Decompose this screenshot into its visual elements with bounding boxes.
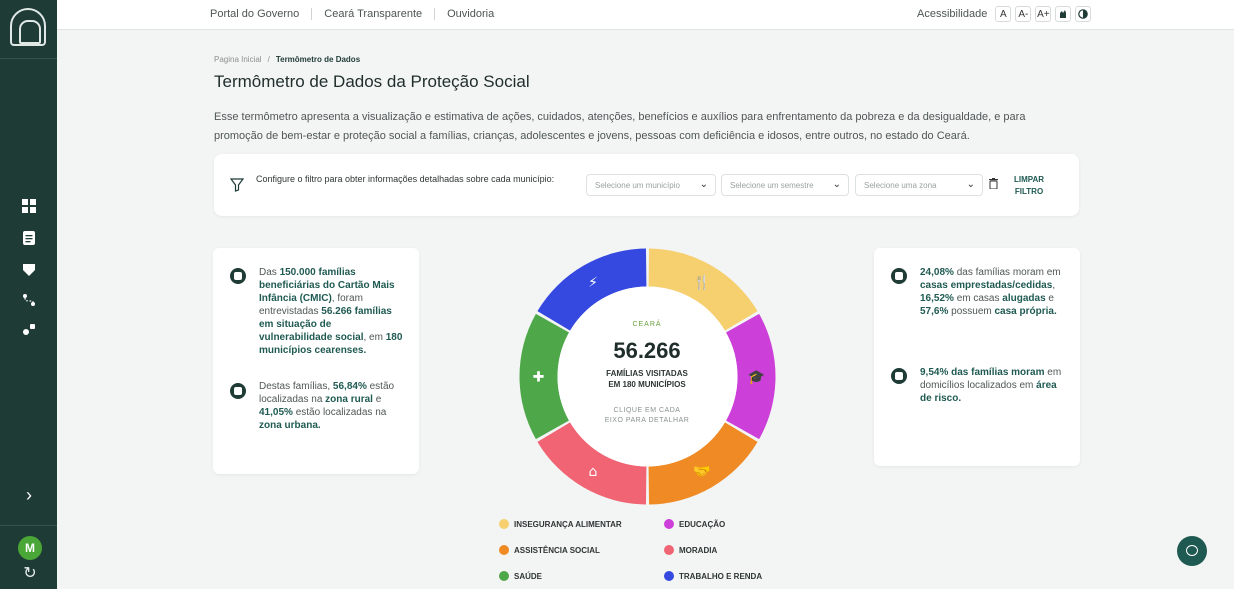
groups-icon[interactable] [21,322,37,338]
chat-button[interactable] [1177,536,1207,566]
zona-select[interactable]: Selecione uma zona ⌄ [855,174,983,196]
accessibility-label: Acessibilidade [917,8,988,20]
semestre-select[interactable]: Selecione um semestre ⌄ [721,174,849,196]
link-ouvidoria[interactable]: Ouvidoria [435,8,506,20]
municipio-placeholder: Selecione um município [595,181,680,190]
buildings-icon [230,383,246,399]
chevron-down-icon: ⌄ [832,179,841,190]
zones-summary: Destas famílias, 56,84% estão localizada… [259,381,395,431]
total-families: 56.266 [613,338,681,363]
font-increase-button[interactable]: A+ [1035,6,1052,22]
legend-trabalho-e-renda[interactable]: TRABALHO E RENDA [664,571,762,581]
legend-dot [499,571,509,581]
housing-summary: 24,08% das famílias moram em casas empre… [920,267,1061,317]
legend-dot [664,519,674,529]
breadcrumb-home[interactable]: Pagina Inicial [214,55,262,64]
legend-assistencia-social[interactable]: ASSISTÊNCIA SOCIAL [499,545,600,555]
families-visited-label: FAMÍLIAS VISITADAS EM 180 MUNICÍPIOS [606,369,688,389]
contrast-icon[interactable] [1075,6,1092,22]
filter-panel: Configure o filtro para obter informaçõe… [214,154,1079,216]
semestre-placeholder: Selecione um semestre [730,181,814,190]
sidebar-divider [0,58,57,59]
municipio-select[interactable]: Selecione um município ⌄ [586,174,716,196]
info-card-left: Das 150.000 famílias beneficiárias do Ca… [213,248,419,474]
accessibility-bar: Acessibilidade A A- A+ [917,6,1095,22]
trash-icon[interactable] [988,178,998,190]
chevron-down-icon: ⌄ [699,179,708,190]
legend-inseguranca-alimentar[interactable]: INSEGURANÇA ALIMENTAR [499,519,622,529]
dashboard-icon[interactable] [21,198,37,214]
house-icon [891,268,907,284]
route-icon[interactable] [21,292,37,308]
clear-filter-line2: FILTRO [1014,187,1044,196]
zona-placeholder: Selecione uma zona [864,181,937,190]
region-label: CEARÁ [632,321,662,328]
clear-filter-button[interactable]: LIMPAR FILTRO [1014,174,1044,198]
family-icon [230,268,246,284]
handshake-icon: 🤝 [693,464,710,480]
families-summary: Das 150.000 famílias beneficiárias do Ca… [259,267,403,356]
logo-icon[interactable] [10,8,46,46]
sign-language-icon[interactable] [1055,6,1072,22]
tag-icon[interactable] [21,262,37,278]
risk-summary: 9,54% das famílias moram em domicílios l… [920,367,1062,404]
info-card-right: 24,08% das famílias moram em casas empre… [874,248,1080,466]
link-ceara-transparente[interactable]: Ceará Transparente [312,8,436,20]
legend-dot [499,545,509,555]
logout-icon[interactable]: ↻ [21,565,39,583]
page-description: Esse termômetro apresenta a visualização… [214,111,1026,142]
avatar[interactable]: M [18,536,42,560]
legend-moradia[interactable]: MORADIA [664,545,717,555]
click-hint: CLIQUE EM CADA EIXO PARA DETALHAR [604,407,690,424]
breadcrumb: Pagina Inicial / Termômetro de Dados [214,55,360,64]
page-title: Termômetro de Dados da Proteção Social [214,72,530,91]
legend-educacao[interactable]: EDUCAÇÃO [664,519,725,529]
donut-center-text: CEARÁ 56.266 FAMÍLIAS VISITADAS EM 180 M… [557,286,737,466]
cross-icon: ✚ [533,370,545,386]
top-bar: Portal do Governo Ceará Transparente Ouv… [57,0,1234,30]
sidebar-divider [0,525,57,526]
font-decrease-button[interactable]: A- [1015,6,1032,22]
graduation-icon: 🎓 [748,370,765,386]
risk-icon [891,368,907,384]
font-normal-button[interactable]: A [995,6,1012,22]
expand-sidebar-icon[interactable]: › [20,486,38,504]
legend-dot [664,545,674,555]
breadcrumb-separator: / [267,55,270,64]
legend-dot [664,571,674,581]
sidebar: › M ↻ [0,0,57,589]
filter-icon [230,178,244,192]
breadcrumb-current: Termômetro de Dados [275,55,361,64]
filter-instructions: Configure o filtro para obter informaçõe… [256,174,555,184]
house-icon: ⌂ [589,464,598,480]
clear-filter-line1: LIMPAR [1014,175,1045,184]
legend-dot [499,519,509,529]
document-icon[interactable] [21,230,37,246]
top-links: Portal do Governo Ceará Transparente Ouv… [210,8,506,20]
link-portal-governo[interactable]: Portal do Governo [210,8,313,20]
legend-saude[interactable]: SAÚDE [499,571,542,581]
chevron-down-icon: ⌄ [966,179,975,190]
